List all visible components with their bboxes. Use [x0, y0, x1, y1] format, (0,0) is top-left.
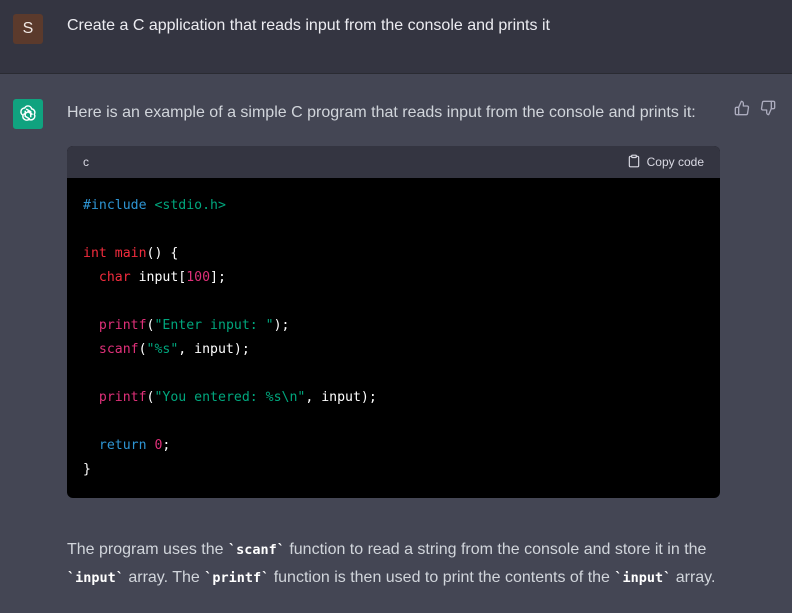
inline-code: `input` [614, 570, 672, 586]
code-content: #include <stdio.h> int main() { char inp… [67, 178, 720, 482]
code-token: return [83, 438, 147, 453]
code-line: printf("You entered: %s\n", input); [83, 386, 704, 410]
feedback-controls [734, 100, 776, 116]
code-line: int main() { [83, 242, 704, 266]
outro-text: function is then used to print the conte… [269, 569, 615, 586]
code-token: "You entered: %s\n" [154, 390, 306, 405]
code-token: char [83, 270, 131, 285]
code-line: } [83, 458, 704, 482]
code-token: input[ [130, 270, 187, 285]
code-token: scanf [83, 342, 139, 357]
code-token: ( [138, 342, 147, 357]
code-token: , input); [178, 342, 250, 357]
code-token: , input); [305, 390, 377, 405]
code-block: c Copy code #include <stdio.h> int main(… [67, 146, 720, 498]
user-message-row: S Create a C application that reads inpu… [0, 0, 792, 74]
inline-code: `input` [67, 570, 124, 586]
outro-text: function to read a string from the conso… [284, 541, 707, 558]
code-line: #include <stdio.h> [83, 194, 704, 218]
code-language-label: c [83, 155, 89, 169]
code-token: main [106, 246, 147, 261]
code-line: printf("Enter input: "); [83, 314, 704, 338]
copy-code-label: Copy code [646, 155, 704, 169]
code-token: <stdio.h> [146, 198, 226, 213]
code-token: 100 [186, 270, 211, 285]
assistant-message-row: Here is an example of a simple C program… [0, 74, 792, 613]
code-token: 0 [146, 438, 163, 453]
code-token: } [83, 462, 91, 477]
code-line: return 0; [83, 434, 704, 458]
code-line: char input[100]; [83, 266, 704, 290]
code-token: int [83, 246, 107, 261]
code-block-header: c Copy code [67, 146, 720, 178]
thumbs-down-icon[interactable] [760, 100, 776, 116]
assistant-outro-text: The program uses the `scanf` function to… [67, 536, 747, 592]
code-token: #include [83, 198, 147, 213]
inline-code: `printf` [204, 570, 270, 586]
inline-code: `scanf` [227, 542, 285, 558]
outro-text: The program uses the [67, 541, 228, 558]
code-token: "Enter input: " [154, 318, 274, 333]
code-token: ; [162, 438, 171, 453]
clipboard-icon [627, 154, 641, 171]
thumbs-up-icon[interactable] [734, 100, 750, 116]
copy-code-button[interactable]: Copy code [627, 154, 704, 171]
outro-text: array. The [123, 569, 205, 586]
openai-logo-icon [13, 99, 43, 129]
code-token: ); [273, 318, 290, 333]
outro-text: array. [671, 569, 716, 586]
code-token: printf [83, 390, 147, 405]
user-avatar: S [13, 14, 43, 44]
code-token: "%s" [146, 342, 179, 357]
code-line: scanf("%s", input); [83, 338, 704, 362]
code-token: ]; [210, 270, 226, 285]
code-token: () { [146, 246, 179, 261]
assistant-intro-text: Here is an example of a simple C program… [67, 104, 696, 121]
user-message-text: Create a C application that reads input … [67, 17, 550, 34]
code-token: printf [83, 318, 147, 333]
